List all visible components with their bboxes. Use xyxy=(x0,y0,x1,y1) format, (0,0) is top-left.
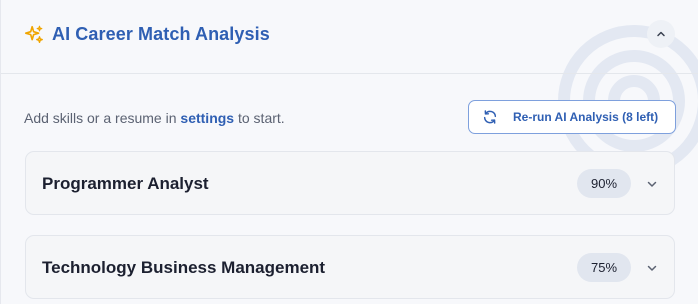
settings-link[interactable]: settings xyxy=(180,110,234,126)
hint-prefix: Add skills or a resume in xyxy=(24,110,177,126)
chevron-up-icon xyxy=(657,31,665,37)
sparkles-icon xyxy=(24,25,43,44)
panel-title: AI Career Match Analysis xyxy=(52,24,270,44)
match-card-programmer-analyst[interactable]: Programmer Analyst 90% xyxy=(25,151,675,215)
panel-header: AI Career Match Analysis xyxy=(1,0,698,74)
match-title: Programmer Analyst xyxy=(42,174,209,193)
empty-state-hint: Add skills or a resume in settings to st… xyxy=(24,110,285,126)
chevron-down-icon xyxy=(647,181,657,187)
collapse-button[interactable] xyxy=(647,20,675,48)
rerun-button-label: Re-run AI Analysis (8 left) xyxy=(513,110,659,124)
rerun-analysis-button[interactable]: Re-run AI Analysis (8 left) xyxy=(468,100,676,134)
match-card-technology-business-management[interactable]: Technology Business Management 75% xyxy=(25,235,675,299)
match-score-badge: 75% xyxy=(577,253,631,282)
refresh-icon xyxy=(483,110,497,124)
hint-suffix: to start. xyxy=(237,110,285,126)
career-match-panel: AI Career Match Analysis Add skills or a… xyxy=(0,0,698,304)
match-score-badge: 90% xyxy=(577,169,631,198)
chevron-down-icon xyxy=(647,265,657,271)
match-title: Technology Business Management xyxy=(42,258,326,277)
